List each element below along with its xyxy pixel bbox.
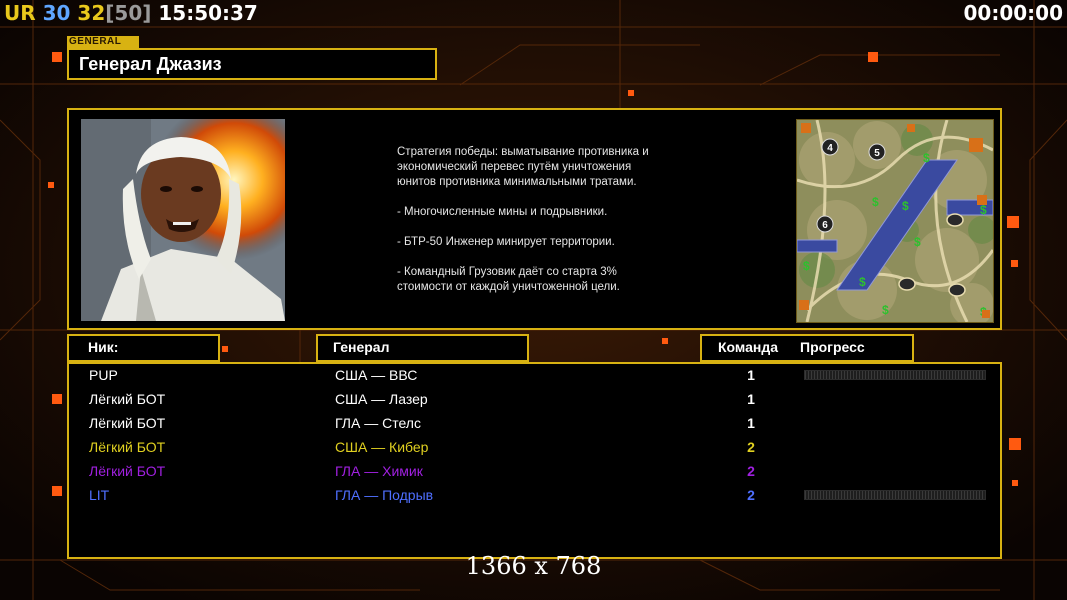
fps-value: 30 [42,1,71,25]
player-nick: Лёгкий БОТ [89,463,166,479]
player-row-6: LIT ГЛА — Подрыв 2 [69,485,1000,509]
fps-counter: UR 30 32[50] 15:50:37 [4,1,258,25]
player-general: ГЛА — Подрыв [335,487,434,503]
player-general: ГЛА — Стелс [335,415,421,431]
player-nick: LIT [89,487,110,503]
game-timer: 00:00:00 [963,1,1064,25]
header-nick-label: Ник: [88,339,119,355]
player-row-4: Лёгкий БОТ США — Кибер 2 [69,437,1000,461]
map-preview: 4 5 6 $$ $$ $$ $$ $ [796,119,994,323]
player-team: 1 [747,415,755,431]
player-team: 2 [747,439,755,455]
general-title-box: Генерал Джазиз [67,48,437,80]
player-row-5: Лёгкий БОТ ГЛА — Химик 2 [69,461,1000,485]
description-point-btr: - БТР-50 Инженер минирует территории. [397,236,615,248]
player-nick: Лёгкий БОТ [89,439,166,455]
svg-text:$: $ [872,195,879,209]
player-team: 2 [747,487,755,503]
header-team-progress: Команда Прогресс [700,334,914,362]
player-progress-bar [804,370,986,380]
general-portrait [81,119,285,321]
svg-text:$: $ [923,151,930,165]
header-team-label: Команда [718,339,778,355]
map-preview-icon: 4 5 6 $$ $$ $$ $$ $ [797,120,993,322]
svg-text:$: $ [859,275,866,289]
header-nick: Ник: [67,334,220,362]
svg-text:$: $ [882,303,889,317]
map-marker-6: 6 [822,220,828,231]
player-nick: Лёгкий БОТ [89,415,166,431]
player-row-2: Лёгкий БОТ США — Лазер 1 [69,389,1000,413]
player-general: США — ВВС [335,367,418,383]
portrait-image-icon [81,119,285,321]
description-point-mines: - Многочисленные мины и подрывники. [397,206,608,218]
player-nick: PUP [89,367,118,383]
ur-label: UR [4,1,36,25]
header-general-label: Генерал [333,339,390,355]
player-team: 1 [747,367,755,383]
svg-text:$: $ [980,203,987,217]
player-row-3: Лёгкий БОТ ГЛА — Стелс 1 [69,413,1000,437]
players-table: PUP США — ВВС 1 Лёгкий БОТ США — Лазер 1… [67,362,1002,559]
header-general: Генерал [316,334,529,362]
player-team: 1 [747,391,755,407]
clock: 15:50:37 [158,1,258,25]
player-row-1: PUP США — ВВС 1 [69,365,1000,389]
general-name: Генерал Джазиз [79,54,222,74]
player-nick: Лёгкий БОТ [89,391,166,407]
map-marker-4: 4 [827,143,833,154]
svg-text:$: $ [914,235,921,249]
general-info-panel: Стратегия победы: выматывание противника… [67,108,1002,330]
fps-average: 32 [77,1,106,25]
player-general: ГЛА — Химик [335,463,423,479]
fps-limit: [50] [105,1,152,25]
map-marker-5: 5 [874,148,880,159]
general-description: Стратегия победы: выматывание противника… [397,145,697,310]
resolution-label: 1366 x 768 [465,552,602,580]
player-team: 2 [747,463,755,479]
general-tag: GENERAL [67,36,139,48]
player-general: США — Кибер [335,439,429,455]
svg-text:$: $ [803,259,810,273]
description-strategy: Стратегия победы: выматывание противника… [397,146,649,188]
svg-text:$: $ [902,199,909,213]
description-point-truck: - Командный Грузовик даёт со старта 3% с… [397,266,620,293]
header-progress-label: Прогресс [800,339,865,355]
player-progress-bar [804,490,986,500]
player-general: США — Лазер [335,391,428,407]
